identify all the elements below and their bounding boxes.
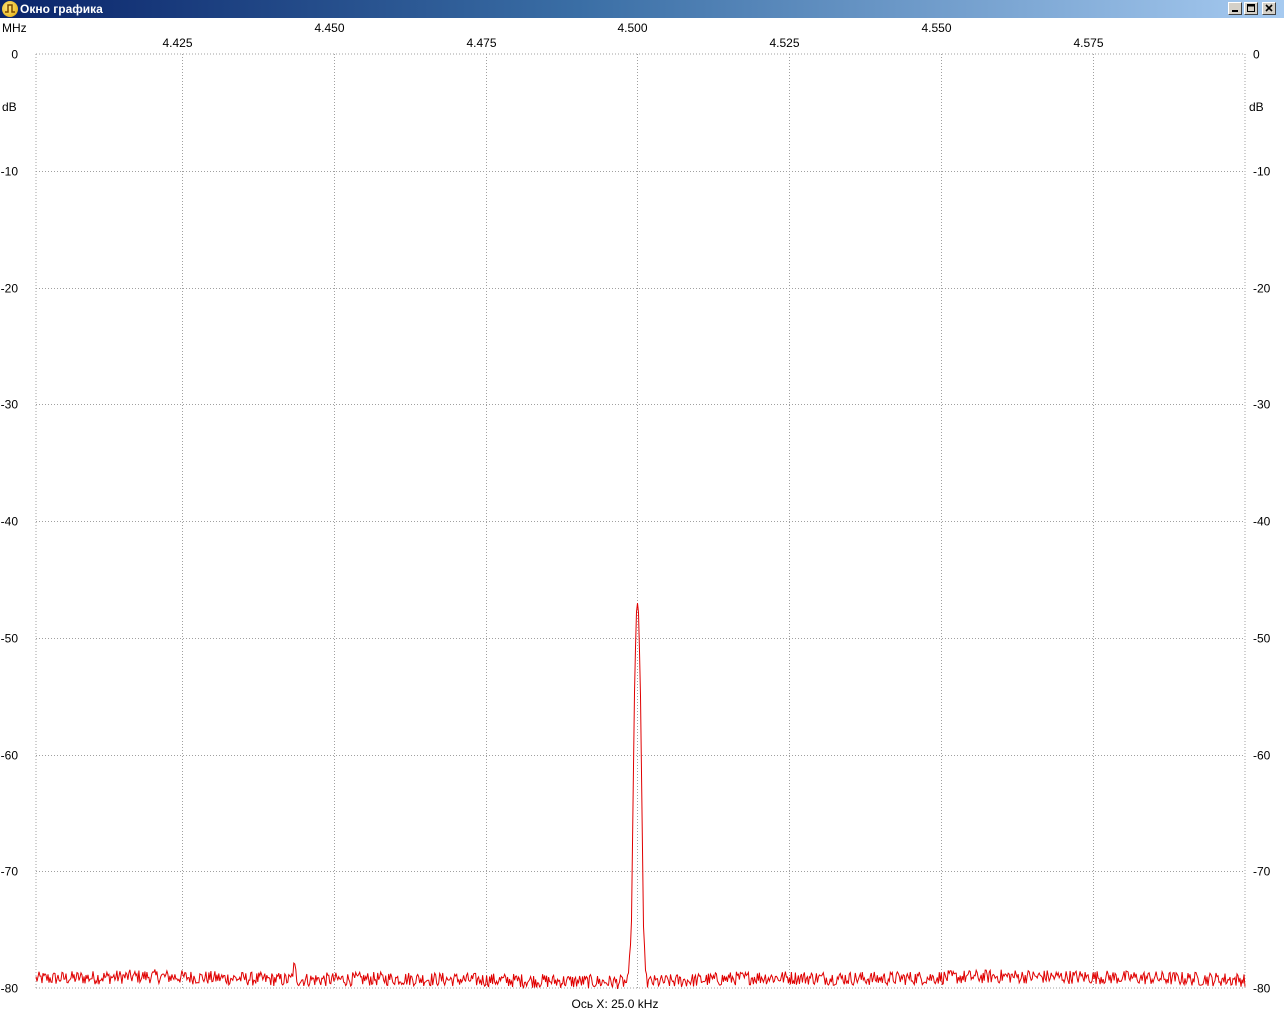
x-tick-label: 4.425 xyxy=(162,36,192,50)
y-tick-label-right: -10 xyxy=(1253,165,1271,179)
maximize-icon xyxy=(1247,4,1255,12)
close-button[interactable] xyxy=(1262,2,1276,15)
x-tick-label: 4.575 xyxy=(1073,36,1103,50)
y-tick-label-left: -20 xyxy=(1,282,19,296)
y-tick-label-left: -40 xyxy=(1,515,19,529)
y-tick-label-left: -60 xyxy=(1,749,19,763)
y-tick-label-right: -80 xyxy=(1253,982,1271,996)
y-tick-label-right: 0 xyxy=(1253,48,1260,62)
y-tick-label-left: -70 xyxy=(1,865,19,879)
x-tick-labels: 4.450 4.500 4.550 4.425 4.475 4.525 4.575 xyxy=(162,21,1103,50)
x-tick-label: 4.550 xyxy=(921,21,951,35)
x-unit-label: MHz xyxy=(2,21,27,35)
y-unit-label-right: dB xyxy=(1249,100,1264,114)
y-tick-label-right: -40 xyxy=(1253,515,1271,529)
y-tick-label-left: -30 xyxy=(1,398,19,412)
y-tick-label-left: -50 xyxy=(1,632,19,646)
y-tick-label-left: -80 xyxy=(1,982,19,996)
y-tick-label-right: -30 xyxy=(1253,398,1271,412)
y-tick-label-right: -50 xyxy=(1253,632,1271,646)
minimize-icon xyxy=(1232,10,1238,12)
x-axis-caption: Ось X: 25.0 kHz xyxy=(571,997,659,1011)
maximize-button[interactable] xyxy=(1244,2,1258,15)
window-title: Окно графика xyxy=(20,2,103,16)
grid xyxy=(35,53,1246,989)
close-icon xyxy=(1265,4,1273,12)
y-tick-label-left: -10 xyxy=(1,165,19,179)
y-unit-label-left: dB xyxy=(2,100,17,114)
x-tick-label: 4.450 xyxy=(314,21,344,35)
spectrum-trace xyxy=(35,603,1246,990)
y-tick-label-right: -20 xyxy=(1253,282,1271,296)
app-icon xyxy=(2,1,18,17)
title-bar: Окно графика xyxy=(0,0,1284,18)
minimize-button[interactable] xyxy=(1228,2,1242,15)
spectrum-chart[interactable]: MHz dB dB 4.450 4.500 4.550 4.425 4.475 4.525… xyxy=(0,18,1284,1024)
y-tick-label-right: -70 xyxy=(1253,865,1271,879)
x-tick-label: 4.500 xyxy=(617,21,647,35)
x-tick-label: 4.475 xyxy=(466,36,496,50)
y-tick-label-left: 0 xyxy=(11,48,18,62)
y-tick-label-right: -60 xyxy=(1253,749,1271,763)
x-tick-label: 4.525 xyxy=(769,36,799,50)
